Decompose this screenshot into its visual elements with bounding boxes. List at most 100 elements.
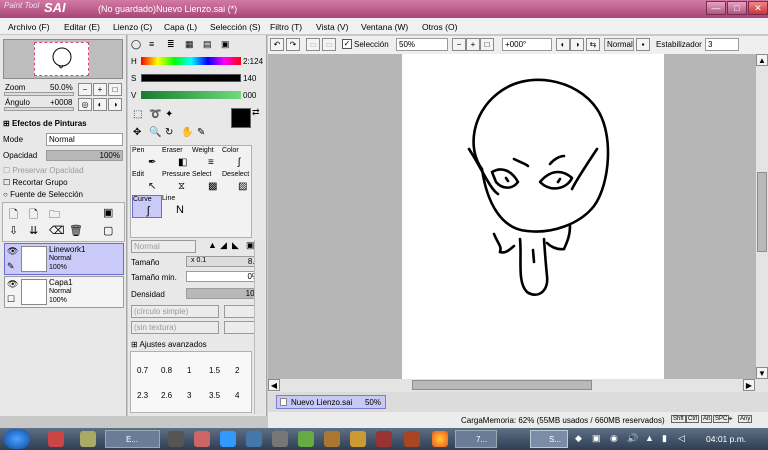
taskbar-explorer[interactable]: E... — [105, 430, 160, 448]
taskbar-app-icon[interactable] — [324, 431, 340, 447]
mode-toggle-button[interactable]: ▪ — [636, 38, 650, 51]
brush-texture-select[interactable]: (sin textura) — [131, 321, 219, 334]
flip-button[interactable]: ⇆ — [586, 38, 600, 51]
menu-vista[interactable]: Vista (V) — [316, 22, 348, 32]
tray-icon[interactable]: ◆ — [575, 433, 582, 444]
brush-size-preset[interactable]: 2.6 — [161, 391, 172, 400]
marquee-icon[interactable]: ⬚ — [133, 109, 142, 120]
eyedropper-icon[interactable]: ✎ — [197, 127, 205, 138]
maximize-button[interactable]: □ — [727, 1, 747, 15]
redo-button[interactable]: ↷ — [286, 38, 300, 51]
tool-deselect[interactable]: Deselect ▨ — [222, 171, 252, 194]
stabilizer-select[interactable]: 3 — [705, 38, 739, 51]
advanced-settings-toggle[interactable]: ⊞ Ajustes avanzados — [131, 340, 207, 349]
taskbar-app-icon[interactable] — [272, 431, 288, 447]
density-slider[interactable]: 100 — [186, 288, 262, 299]
rotate-tool-icon[interactable]: ↻ — [165, 127, 173, 138]
volume-icon[interactable]: 🔊 — [627, 433, 638, 444]
hue-slider[interactable] — [141, 57, 241, 65]
menu-archivo[interactable]: Archivo (F) — [8, 22, 50, 32]
rotate-right-button[interactable]: ◑ — [570, 38, 584, 51]
brush-shape-flat-icon[interactable]: ▲ — [208, 240, 217, 250]
eye-icon[interactable]: 👁 — [7, 246, 18, 257]
tools-scrollbar[interactable] — [254, 240, 265, 414]
layer-row[interactable]: 👁 ✎ Linework1 Normal 100% — [4, 243, 124, 275]
value-slider[interactable] — [141, 91, 241, 99]
scroll-down-button[interactable]: ▼ — [756, 367, 768, 379]
transfer-down-icon[interactable]: ⇩ — [9, 224, 18, 237]
menu-ventana[interactable]: Ventana (W) — [361, 22, 408, 32]
navigator-preview[interactable] — [3, 39, 123, 79]
menu-editar[interactable]: Editar (E) — [64, 22, 100, 32]
brush-shape-round-icon[interactable]: ◢ — [220, 240, 227, 251]
tray-icon[interactable]: ▲ — [645, 433, 654, 443]
menu-lienzo[interactable]: Lienzo (C) — [113, 22, 152, 32]
hand-icon[interactable]: ✋ — [181, 127, 193, 138]
tool-pressure[interactable]: Pressure ⧖ — [162, 171, 192, 194]
brush-shape-soft-icon[interactable]: ◣ — [232, 240, 239, 251]
nav-rotate-right-button[interactable]: ◑ — [108, 98, 122, 111]
taskbar-app-icon[interactable] — [80, 431, 96, 447]
canvas-paper[interactable] — [402, 54, 664, 379]
clock[interactable]: 04:01 p.m. — [706, 434, 746, 444]
taskbar-app-icon[interactable] — [220, 431, 236, 447]
brush-size-preset[interactable]: 3.5 — [209, 391, 220, 400]
start-button[interactable] — [4, 429, 30, 449]
nav-rotate-reset-button[interactable]: ◎ — [78, 98, 92, 111]
brush-mode-select[interactable]: Normal — [131, 240, 196, 253]
brush-size-preset[interactable]: 1 — [187, 366, 191, 375]
vertical-scrollbar[interactable]: ▲ ▼ — [756, 54, 768, 394]
eye-icon[interactable]: 👁 — [7, 279, 18, 290]
menu-capa[interactable]: Capa (L) — [164, 22, 197, 32]
clip-group-checkbox[interactable]: ☐ Recortar Grupo — [3, 178, 68, 187]
nav-zoom-out-button[interactable]: − — [78, 83, 92, 96]
move-icon[interactable]: ✥ — [133, 127, 141, 138]
speaker-icon[interactable]: ◁ — [678, 433, 685, 444]
layer-mode-select[interactable]: Normal — [46, 133, 123, 146]
layer-mask-toggle-icon[interactable]: ▢ — [103, 224, 113, 237]
horizontal-scrollbar[interactable]: ◀ ▶ — [268, 379, 756, 392]
firefox-icon[interactable] — [432, 431, 448, 447]
angle-select[interactable]: +000° — [502, 38, 552, 51]
new-linework-icon[interactable]: 🗋 — [29, 206, 38, 225]
invert-selection-button[interactable]: ▭ — [322, 38, 336, 51]
zoom-reset-button[interactable]: □ — [480, 38, 494, 51]
delete-layer-icon[interactable]: 🗑 — [69, 224, 83, 237]
paint-effects-header[interactable]: ⊞ Efectos de Pinturas — [3, 119, 87, 128]
menu-otros[interactable]: Otros (O) — [422, 22, 457, 32]
tray-icon[interactable]: ◉ — [610, 433, 618, 444]
tool-select[interactable]: Select ▩ — [192, 171, 222, 194]
undo-button[interactable]: ↶ — [270, 38, 284, 51]
scroll-left-button[interactable]: ◀ — [268, 379, 280, 391]
brush-size-preset[interactable]: 0.8 — [161, 366, 172, 375]
brush-size-preset[interactable]: 3 — [187, 391, 191, 400]
preserve-opacity-checkbox[interactable]: ☐ Preservar Opacidad — [3, 166, 84, 175]
scroll-right-button[interactable]: ▶ — [743, 379, 755, 391]
magic-wand-icon[interactable]: ✦ — [165, 109, 173, 120]
navigator-viewport[interactable] — [34, 42, 89, 76]
hsv-slider-icon[interactable]: ≣ — [167, 39, 175, 50]
saturation-slider[interactable] — [141, 74, 241, 82]
close-button[interactable]: ✕ — [748, 1, 768, 15]
angle-slider[interactable] — [4, 107, 74, 111]
scroll-up-button[interactable]: ▲ — [756, 54, 768, 66]
taskbar-app-icon[interactable] — [194, 431, 210, 447]
zoom-select[interactable]: 50% — [396, 38, 448, 51]
mask-icon[interactable]: ▣ — [103, 206, 113, 219]
brush-size-preset[interactable]: 2 — [235, 366, 239, 375]
minimize-button[interactable]: — — [706, 1, 726, 15]
tool-pen[interactable]: Pen ✒ — [132, 147, 162, 170]
pen-lock-icon[interactable]: ✎ — [7, 261, 15, 272]
layer-row[interactable]: 👁 ☐ Capa1 Normal 100% — [4, 276, 124, 308]
taskbar-app-icon[interactable] — [376, 431, 392, 447]
deselect-button[interactable]: ▭ — [306, 38, 320, 51]
swap-colors-icon[interactable]: ⇄ — [252, 107, 260, 118]
merge-down-icon[interactable]: ⇊ — [29, 224, 38, 237]
taskbar-app-icon[interactable] — [350, 431, 366, 447]
zoom-slider[interactable] — [4, 92, 74, 96]
document-tab[interactable]: Nuevo Lienzo.sai 50% — [276, 395, 386, 409]
swatches-icon[interactable]: ▤ — [203, 39, 212, 50]
tool-weight[interactable]: Weight ≡ — [192, 147, 222, 170]
primary-color-swatch[interactable] — [231, 108, 251, 128]
new-folder-icon[interactable]: 🗀 — [49, 206, 60, 225]
